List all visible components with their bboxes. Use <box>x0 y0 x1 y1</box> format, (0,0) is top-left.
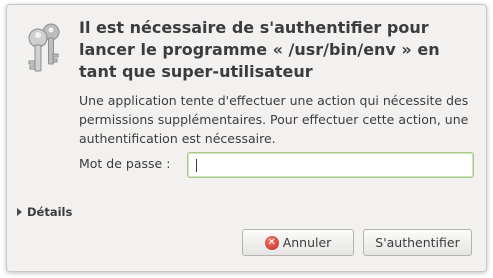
authenticate-button[interactable]: S'authentifier <box>363 229 472 256</box>
cancel-button[interactable]: ✕ Annuler <box>242 229 354 256</box>
dialog-description: Une application tente d'effectuer une ac… <box>79 93 469 146</box>
expander-triangle-icon <box>17 208 22 216</box>
details-label: Détails <box>27 205 73 219</box>
authenticate-button-label: S'authentifier <box>375 235 460 250</box>
details-expander[interactable]: Détails <box>17 205 72 219</box>
dialog-heading: Il est nécessaire de s'authentifier pour… <box>79 18 440 81</box>
cancel-icon: ✕ <box>264 235 279 250</box>
authentication-dialog: Il est nécessaire de s'authentifier pour… <box>6 4 487 272</box>
password-label: Mot de passe : <box>79 156 171 171</box>
keys-icon <box>25 21 67 73</box>
password-field[interactable] <box>187 152 474 178</box>
text-caret <box>196 159 197 172</box>
cancel-button-label: Annuler <box>282 235 332 250</box>
